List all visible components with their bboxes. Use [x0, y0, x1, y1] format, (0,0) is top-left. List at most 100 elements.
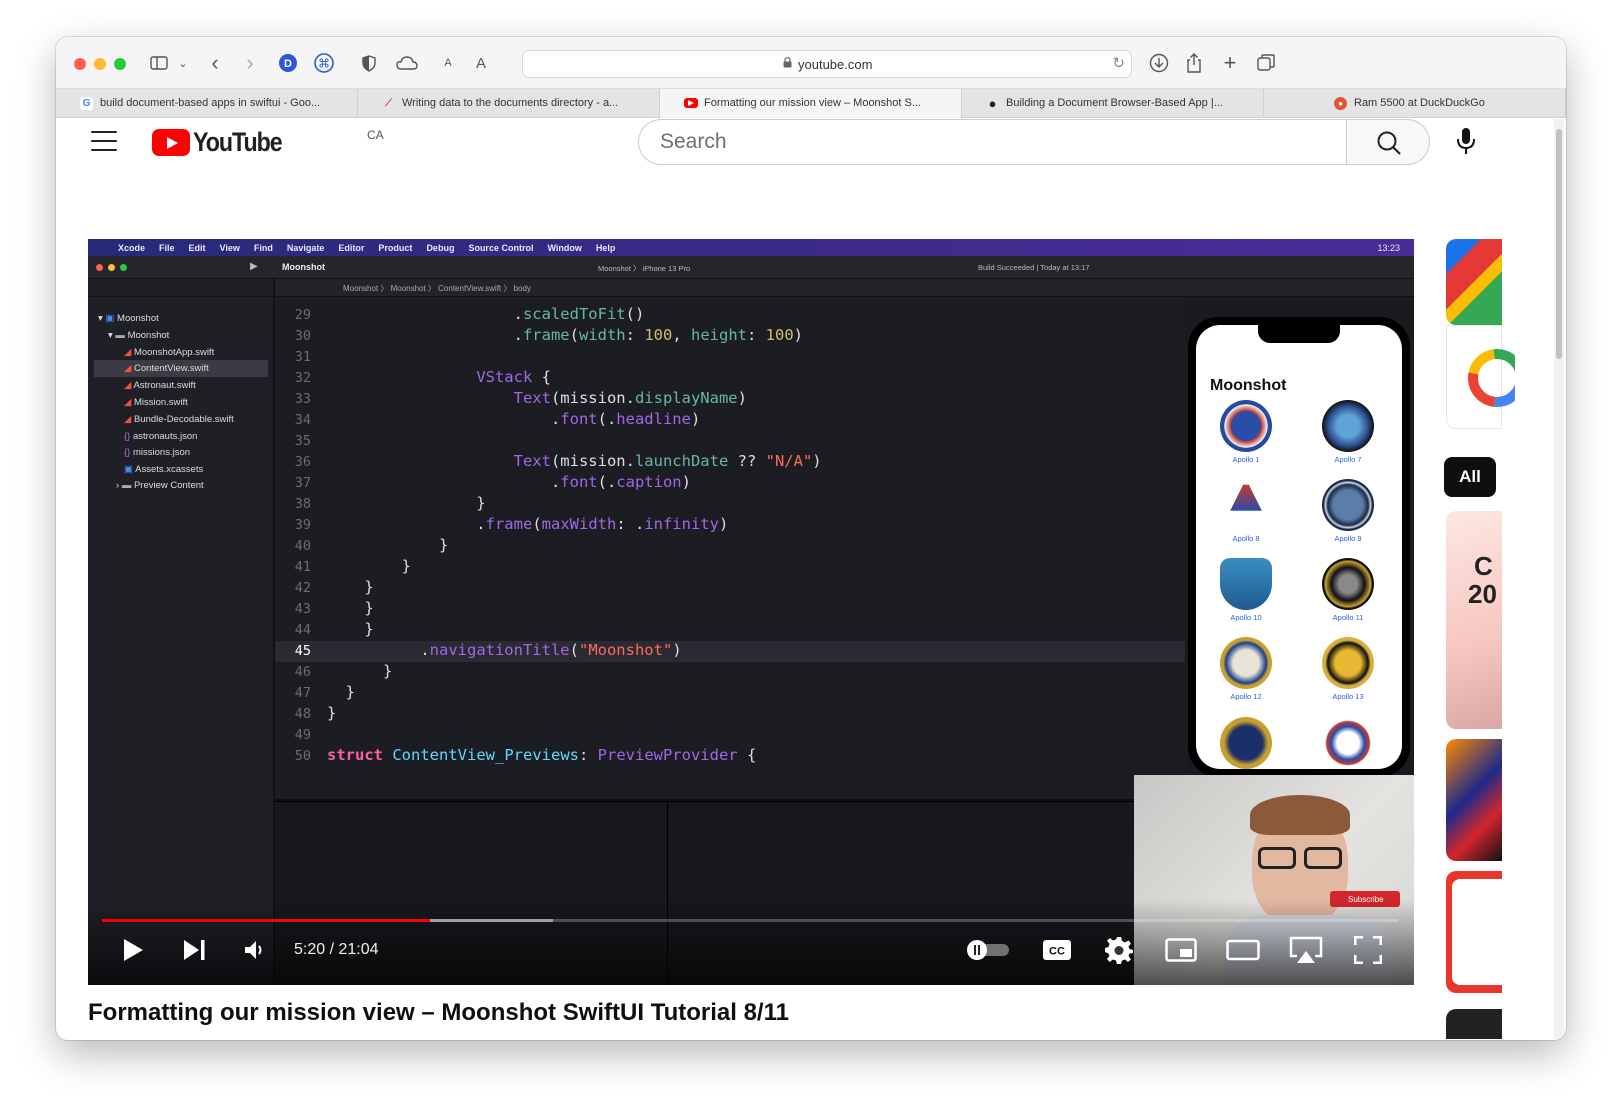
menu-item: Find: [253, 242, 273, 253]
video-player[interactable]: Xcode File Edit View Find Navigate Edito…: [88, 239, 1414, 985]
theater-mode-icon[interactable]: [1226, 935, 1260, 965]
code-line: 33 Text(mission.displayName): [294, 389, 747, 407]
cloud-icon[interactable]: [396, 51, 418, 75]
autoplay-toggle[interactable]: [964, 935, 1012, 965]
nav-item: › ▬ Preview Content: [116, 480, 204, 491]
forward-icon[interactable]: ›: [241, 50, 259, 75]
video-title: Formatting our mission view – Moonshot S…: [88, 999, 789, 1026]
youtube-logo[interactable]: YouTube CA: [152, 127, 384, 158]
code-line: 37 .font(.caption): [294, 473, 691, 491]
preview-title: Moonshot: [1210, 377, 1287, 394]
shield-icon[interactable]: [360, 51, 378, 75]
nav-item: ▣ Assets.xcassets: [124, 464, 204, 475]
code-line: 49: [294, 727, 311, 743]
mission-name: Apollo 11: [1332, 613, 1364, 622]
chevron-down-icon[interactable]: ⌄: [176, 51, 190, 75]
svg-text:D: D: [284, 58, 292, 70]
text-larger-icon[interactable]: A: [474, 51, 488, 75]
lock-icon: [783, 57, 792, 68]
recommended-thumbnail[interactable]: [1446, 1009, 1502, 1039]
menu-item: Help: [595, 242, 616, 253]
mission-badge: [1220, 717, 1272, 769]
tab-formatting-mission-view[interactable]: Formatting our mission view – Moonshot S…: [660, 89, 962, 118]
share-icon[interactable]: [1184, 51, 1204, 75]
mission-badge: [1322, 558, 1374, 610]
mission-name: Apollo 13: [1332, 692, 1364, 701]
downloads-icon[interactable]: [1148, 51, 1170, 75]
svg-text:⌘: ⌘: [318, 57, 330, 71]
mission-badge: [1220, 637, 1272, 689]
mission-badge: [1322, 637, 1374, 689]
menu-item: Edit: [188, 242, 206, 253]
glasses-right: [1304, 847, 1342, 869]
recommended-thumbnail[interactable]: C 20: [1446, 511, 1502, 729]
mission-name: Apollo 10: [1230, 613, 1262, 622]
tab-title: Writing data to the documents directory …: [402, 97, 619, 109]
back-icon[interactable]: ‹: [206, 50, 224, 75]
hamburger-menu-icon[interactable]: [91, 131, 117, 151]
recommended-thumbnail[interactable]: [1446, 871, 1502, 993]
menu-item: Xcode: [118, 242, 146, 253]
mission-name: Apollo 1: [1232, 455, 1260, 464]
progress-played: [102, 919, 430, 922]
vertical-scrollbar[interactable]: [1554, 119, 1564, 1039]
xcode-toolbar: ▶ Moonshot Moonshot 〉 iPhone 13 Pro Buil…: [88, 256, 1414, 279]
browser-toolbar: ⌄ ‹ › D ⌘ A A youtube.com ↻ +: [56, 37, 1566, 89]
code-line: 31: [294, 349, 311, 365]
recommended-thumbnail[interactable]: [1446, 739, 1502, 861]
tab-duckduckgo[interactable]: ● Ram 5500 at DuckDuckGo: [1264, 89, 1566, 118]
code-line: 30 .frame(width: 100, height: 100): [294, 326, 804, 344]
menu-item: Source Control: [468, 242, 534, 253]
xcode-project-title: Moonshot: [282, 262, 325, 272]
recommended-thumbnail[interactable]: [1446, 325, 1515, 429]
filter-chip-all[interactable]: All: [1444, 457, 1496, 497]
nav-item-selected: ◢ ContentView.swift: [94, 360, 268, 377]
captions-icon[interactable]: CC: [1040, 935, 1074, 965]
time-display: 5:20 / 21:04: [294, 941, 379, 958]
address-url: youtube.com: [798, 57, 873, 72]
tab-overview-icon[interactable]: [1256, 51, 1276, 75]
volume-icon[interactable]: [240, 935, 270, 965]
microphone-icon[interactable]: [1454, 127, 1478, 157]
duckduckgo-extension-icon[interactable]: D: [278, 51, 298, 75]
code-line: 32 VStack {: [294, 368, 551, 386]
menu-item: Navigate: [286, 242, 325, 253]
menu-item: File: [159, 242, 175, 253]
jump-bar: Moonshot 〉 Moonshot 〉 ContentView.swift …: [275, 279, 1414, 297]
youtube-play-logo-icon: [152, 129, 190, 156]
mission-badge: [1322, 479, 1374, 531]
code-line-current: 45 .navigationTitle("Moonshot"): [275, 641, 1185, 662]
airplay-icon[interactable]: [1288, 935, 1324, 965]
close-window-button[interactable]: [74, 58, 86, 70]
tab-google-search[interactable]: G build document-based apps in swiftui -…: [56, 89, 358, 118]
command-extension-icon[interactable]: ⌘: [314, 51, 334, 75]
code-line: 40 }: [294, 536, 449, 554]
reload-icon[interactable]: ↻: [1112, 54, 1125, 72]
next-icon[interactable]: [180, 935, 210, 965]
miniplayer-icon[interactable]: [1164, 935, 1198, 965]
preview-screen: Moonshot Apollo 1 Apollo 7 Apollo 8 Apol…: [1196, 325, 1402, 769]
code-line: 35: [294, 433, 311, 449]
menu-item: Editor: [338, 242, 365, 253]
settings-gear-icon[interactable]: [1104, 935, 1134, 965]
player-controls-gradient: [88, 899, 1414, 985]
address-bar[interactable]: youtube.com ↻: [522, 50, 1132, 78]
xcode-menu-bar: Xcode File Edit View Find Navigate Edito…: [88, 239, 1414, 256]
recommended-thumbnail[interactable]: [1446, 239, 1502, 325]
mission-badge: [1220, 400, 1272, 452]
tab-title: Formatting our mission view – Moonshot S…: [704, 97, 922, 109]
fullscreen-icon[interactable]: [1352, 935, 1384, 965]
text-smaller-icon[interactable]: A: [442, 51, 454, 75]
mission-badge: [1220, 558, 1272, 610]
new-tab-icon[interactable]: +: [1220, 50, 1240, 75]
search-button[interactable]: [1346, 119, 1430, 165]
sidebar-icon[interactable]: [148, 51, 170, 75]
search-input[interactable]: Search: [638, 119, 1346, 165]
zoom-window-button[interactable]: [114, 58, 126, 70]
minimize-window-button[interactable]: [94, 58, 106, 70]
mission-badge: [1322, 717, 1374, 769]
play-icon[interactable]: [118, 935, 148, 965]
progress-bar[interactable]: [102, 919, 1398, 922]
tab-writing-data[interactable]: ⟋ Writing data to the documents director…: [358, 89, 660, 118]
tab-document-browser[interactable]: ● Building a Document Browser-Based App …: [962, 89, 1264, 118]
